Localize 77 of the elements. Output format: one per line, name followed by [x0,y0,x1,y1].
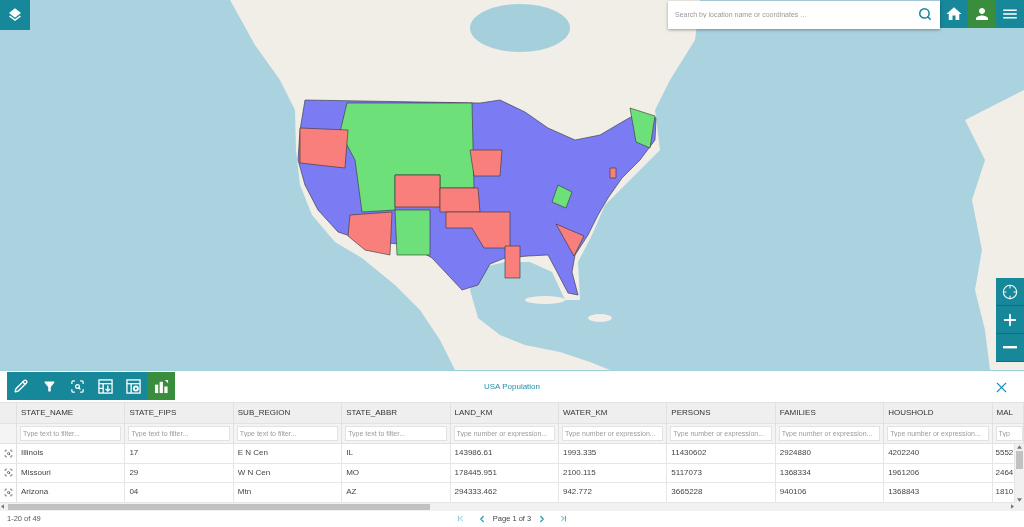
scrollbar-thumb[interactable] [8,503,430,510]
vertical-scrollbar[interactable] [1015,444,1024,503]
home-button[interactable] [940,0,968,28]
table-cell: 143986.61 [450,444,559,463]
table-cell: 2100.115 [558,463,668,482]
frame-search-icon [69,378,85,394]
table-cell: 5117073 [667,463,776,482]
house-icon [945,5,963,23]
table-cell: 11430602 [667,444,776,463]
table-cell: 17 [125,444,234,463]
table-cell: Missouri [17,463,126,482]
column-header[interactable]: STATE_FIPS [125,403,234,423]
table-cell: 294333.462 [450,483,559,502]
table-cell: 1961206 [884,463,993,482]
search-icon[interactable] [918,7,932,21]
person-icon [973,5,991,23]
scroll-left-icon[interactable] [1,504,4,509]
scroll-right-icon[interactable] [1011,504,1014,509]
table-download-icon [97,378,113,394]
table-cell: E N Cen [233,444,343,463]
table-cell: 29 [125,463,234,482]
table-cell: 1993.335 [558,444,668,463]
table-cell: 4202240 [884,444,993,463]
table-cell: IL [342,444,451,463]
chart-button[interactable] [147,372,175,400]
minus-icon [1003,346,1017,349]
column-header[interactable]: LAND_KM [450,403,559,423]
table-cell: 1368843 [884,483,993,502]
table-cell: MO [342,463,451,482]
last-page-icon [559,514,569,524]
table-cell: 04 [125,483,234,502]
layers-button[interactable] [0,0,30,30]
scrollbar-thumb[interactable] [1016,451,1023,469]
island-shape [588,314,612,322]
column-header[interactable]: FAMILIES [775,403,885,423]
table-cell: Arizona [17,483,126,502]
table-gear-icon [125,378,141,394]
frame-search-icon[interactable] [3,468,13,478]
table-cell: 940106 [775,483,885,502]
table-cell: 3665228 [667,483,776,502]
table-cell: 1368334 [775,463,885,482]
column-header[interactable]: STATE_NAME [17,403,126,423]
table-cell: Illinois [17,444,126,463]
frame-search-icon[interactable] [3,448,13,458]
table-cell: 178445.951 [450,463,559,482]
table-cell: 2924880 [775,444,885,463]
table-cell: W N Cen [233,463,343,482]
table-settings-button[interactable] [119,372,147,400]
island-shape [525,296,565,304]
column-header[interactable]: MAL [992,403,1024,423]
column-header[interactable]: HOUSHOLD [884,403,993,423]
last-page-button[interactable] [559,514,569,524]
locate-button[interactable] [996,278,1024,306]
state-shape [609,167,617,179]
layers-icon [7,7,23,23]
user-button[interactable] [968,0,996,28]
frame-search-icon[interactable] [3,487,13,497]
pencil-icon [14,379,28,393]
column-header[interactable]: PERSONS [667,403,776,423]
zoom-in-button[interactable] [996,306,1024,334]
table-cell: Mtn [233,483,343,502]
crosshair-icon [1002,283,1018,300]
state-shape [555,223,585,257]
column-header[interactable]: STATE_ABBR [342,403,451,423]
first-page-icon [455,514,465,524]
horizontal-scrollbar[interactable] [0,502,1024,511]
table-cell: AZ [342,483,451,502]
table-cell: 942.772 [558,483,668,502]
edit-button[interactable] [7,372,35,400]
menu-button[interactable] [996,0,1024,28]
column-header[interactable]: SUB_REGION [233,403,343,423]
column-header[interactable]: WATER_KM [558,403,668,423]
bar-chart-icon [153,378,169,394]
zoom-out-button[interactable] [996,334,1024,362]
state-shape [551,184,573,209]
panel-title: USA Population [483,381,540,393]
state-shape [629,107,656,149]
